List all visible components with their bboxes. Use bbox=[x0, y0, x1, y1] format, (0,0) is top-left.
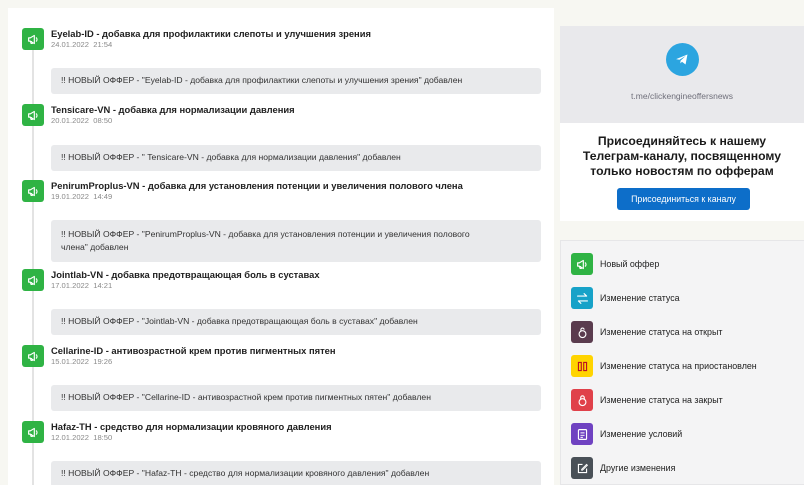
feed-item-message: !! НОВЫЙ ОФФЕР - "Jointlab-VN - добавка … bbox=[51, 309, 541, 335]
megaphone-icon bbox=[22, 421, 44, 443]
legend-item-status-closed: Изменение статуса на закрыт bbox=[571, 389, 723, 411]
closed-lock-icon bbox=[571, 389, 593, 411]
document-icon bbox=[571, 423, 593, 445]
telegram-card-header: t.me/clickengineoffersnews bbox=[560, 26, 804, 123]
legend-item-terms-change: Изменение условий bbox=[571, 423, 682, 445]
legend-label: Изменение условий bbox=[600, 429, 683, 439]
feed-item-date: 19.01.2022 14:49 bbox=[51, 192, 113, 201]
legend-item-status-open: Изменение статуса на открыт bbox=[571, 321, 722, 343]
edit-icon bbox=[571, 457, 593, 479]
telegram-channel-link[interactable]: t.me/clickengineoffersnews bbox=[560, 91, 804, 101]
feed-item-message-line: !! НОВЫЙ ОФФЕР - "PenirumProplus-VN - до… bbox=[61, 228, 470, 239]
swap-arrows-icon bbox=[571, 287, 593, 309]
megaphone-icon bbox=[22, 104, 44, 126]
feed-item-message: !! НОВЫЙ ОФФЕР - "Cellarine-ID - антивоз… bbox=[51, 385, 541, 411]
feed-item-message: !! НОВЫЙ ОФФЕР - "Hafaz-TH - средство дл… bbox=[51, 461, 541, 485]
open-lock-icon bbox=[571, 321, 593, 343]
feed-item-date: 15.01.2022 19:26 bbox=[51, 357, 113, 366]
legend-label: Изменение статуса на открыт bbox=[600, 327, 723, 337]
legend-label: Новый оффер bbox=[600, 259, 660, 269]
feed-item-title[interactable]: Cellarine-ID - антивозрастной крем проти… bbox=[51, 345, 336, 356]
feed-item-title[interactable]: Hafaz-TH - средство для нормализации кро… bbox=[51, 421, 332, 432]
feed-item-date: 17.01.2022 14:21 bbox=[51, 281, 113, 290]
legend-label: Изменение статуса на приостановлен bbox=[600, 361, 757, 371]
legend-item-other-changes: Другие изменения bbox=[571, 457, 675, 479]
telegram-icon[interactable] bbox=[666, 43, 699, 76]
offers-feed: Eyelab-ID - добавка для профилактики сле… bbox=[8, 8, 554, 485]
megaphone-icon bbox=[571, 253, 593, 275]
legend-item-new-offer: Новый оффер bbox=[571, 253, 659, 275]
megaphone-icon bbox=[22, 269, 44, 291]
feed-item-message: !! НОВЫЙ ОФФЕР - "Eyelab-ID - добавка дл… bbox=[51, 68, 541, 94]
legend-item-status-paused: Изменение статуса на приостановлен bbox=[571, 355, 757, 377]
telegram-heading: Присоединяйтесь к нашему Телеграм-каналу… bbox=[582, 134, 782, 178]
feed-item-title[interactable]: Jointlab-VN - добавка предотвращающая бо… bbox=[51, 269, 320, 280]
feed-item-date: 24.01.2022 21:54 bbox=[51, 40, 113, 49]
timeline-line bbox=[32, 32, 34, 485]
feed-item-message: !! НОВЫЙ ОФФЕР - "PenirumProplus-VN - до… bbox=[51, 220, 541, 262]
feed-item-date: 12.01.2022 18:50 bbox=[51, 433, 113, 442]
legend-label: Изменение статуса на закрыт bbox=[600, 395, 723, 405]
megaphone-icon bbox=[22, 28, 44, 50]
feed-item-message-line: члена" добавлен bbox=[61, 242, 129, 252]
telegram-card: t.me/clickengineoffersnews Присоединяйте… bbox=[560, 26, 804, 221]
feed-item-date: 20.01.2022 08:50 bbox=[51, 116, 113, 125]
megaphone-icon bbox=[22, 180, 44, 202]
megaphone-icon bbox=[22, 345, 44, 367]
join-channel-button[interactable]: Присоединиться к каналу bbox=[617, 188, 750, 210]
feed-item-message: !! НОВЫЙ ОФФЕР - " Tensicare-VN - добавк… bbox=[51, 145, 541, 171]
feed-item-title[interactable]: PenirumProplus-VN - добавка для установл… bbox=[51, 180, 463, 191]
legend-panel: Новый оффер Изменение статуса Изменение … bbox=[560, 240, 804, 485]
legend-item-status-change: Изменение статуса bbox=[571, 287, 680, 309]
pause-icon bbox=[571, 355, 593, 377]
legend-label: Изменение статуса bbox=[600, 293, 680, 303]
feed-item-title[interactable]: Tensicare-VN - добавка для нормализации … bbox=[51, 104, 295, 115]
legend-label: Другие изменения bbox=[600, 463, 676, 473]
feed-item-title[interactable]: Eyelab-ID - добавка для профилактики сле… bbox=[51, 28, 371, 39]
